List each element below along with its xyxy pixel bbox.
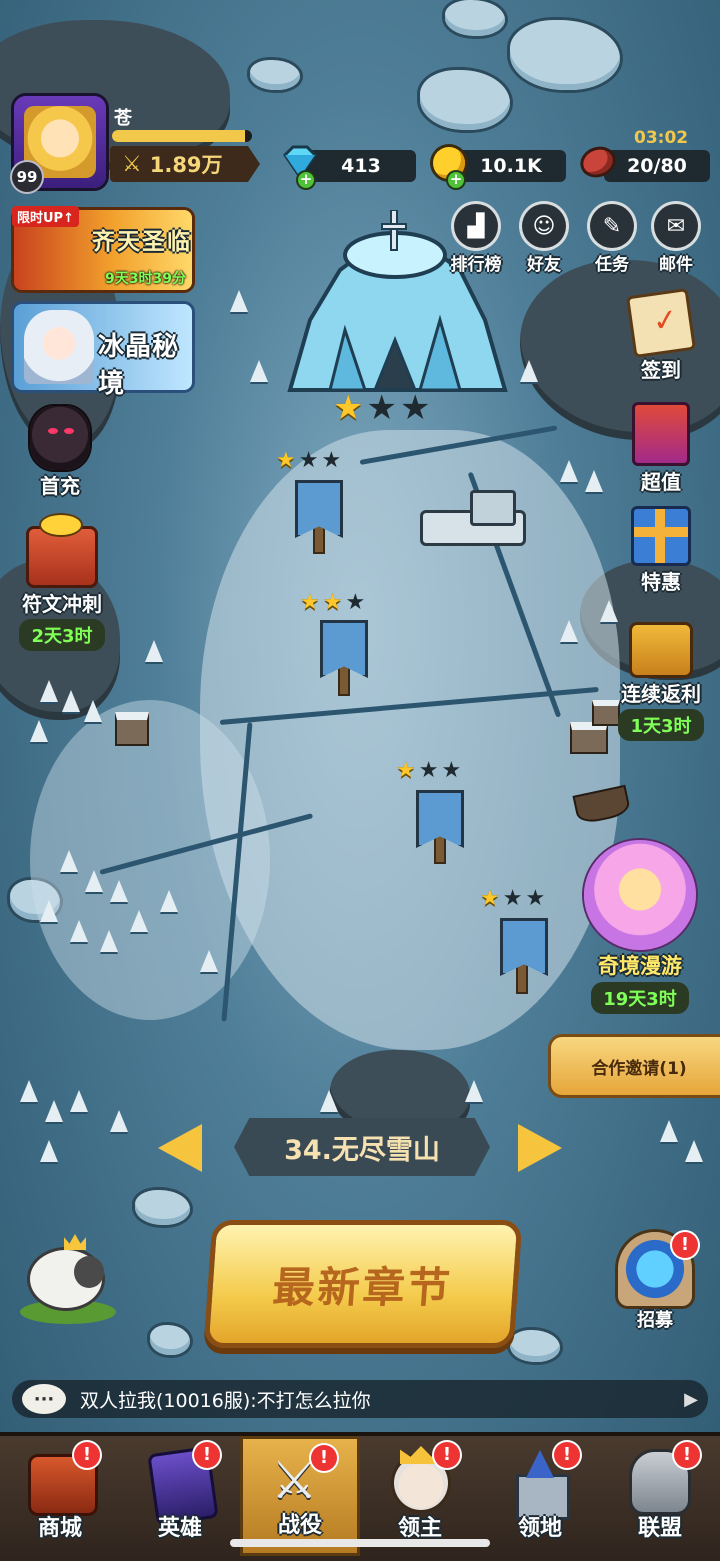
ruins bbox=[420, 490, 530, 550]
sword-icon: ⚔ bbox=[122, 151, 142, 177]
card-pack-icon bbox=[632, 402, 690, 466]
signin-button[interactable]: ✓ 签到 bbox=[624, 287, 698, 383]
stamina-display[interactable]: 20/80 bbox=[604, 150, 710, 182]
wonderland-hero-icon bbox=[584, 840, 696, 950]
star-icon: ★ bbox=[333, 388, 364, 428]
chapter-title: 34.无尽雪山 bbox=[284, 1134, 440, 1166]
power-value: 1.89万 bbox=[149, 153, 223, 177]
gold-display[interactable]: 10.1K bbox=[456, 150, 566, 182]
nav-heroes[interactable]: ! 英雄 bbox=[120, 1436, 240, 1556]
chat-message: 双人拉我(10016服):不打怎么拉你 bbox=[80, 1389, 371, 1412]
checklist-icon: ✓ bbox=[625, 287, 697, 359]
treasure-box-icon bbox=[629, 622, 693, 678]
home-indicator bbox=[230, 1539, 490, 1547]
first-charge-button[interactable]: 首充 bbox=[14, 406, 106, 499]
add-gold-icon[interactable]: + bbox=[448, 172, 464, 188]
nav-campaign[interactable]: ⚔ ! 战役 bbox=[240, 1436, 360, 1556]
chat-bar[interactable]: ··· 双人拉我(10016服):不打怎么拉你 ▶ bbox=[12, 1380, 708, 1418]
nav-territory[interactable]: ! 领地 bbox=[480, 1436, 600, 1556]
nav-alert-badge: ! bbox=[194, 1442, 220, 1468]
event-banner-ice-realm[interactable]: 冰晶秘境 bbox=[14, 304, 192, 399]
dragon-icon bbox=[30, 406, 90, 470]
nav-alert-badge: ! bbox=[74, 1442, 100, 1468]
quest-icon: ✎ bbox=[590, 204, 634, 248]
house bbox=[570, 722, 608, 754]
chapter-title-panel: 34.无尽雪山 bbox=[234, 1118, 490, 1176]
ranking-button[interactable]: ▟ 排行榜 bbox=[448, 204, 504, 275]
recruit-alert-badge: ! bbox=[672, 1232, 698, 1258]
stamina-timer: 03:02 bbox=[634, 128, 689, 148]
nav-alert-badge: ! bbox=[434, 1442, 460, 1468]
quest-button[interactable]: ✎ 任务 bbox=[584, 204, 640, 275]
player-avatar[interactable]: 99 bbox=[12, 96, 106, 192]
sheep-mascot[interactable] bbox=[20, 1230, 116, 1326]
rebate-button[interactable]: 连续返利 1天3时 bbox=[606, 622, 716, 741]
nav-lord[interactable]: ! 领主 bbox=[360, 1436, 480, 1556]
nav-alert-badge: ! bbox=[674, 1442, 700, 1468]
house bbox=[115, 712, 149, 746]
ice-maiden-portrait bbox=[24, 310, 94, 384]
treasure-chest-icon bbox=[26, 515, 98, 588]
nav-alert-badge: ! bbox=[554, 1442, 580, 1468]
wonderland-button[interactable]: 奇境漫游 19天3时 bbox=[580, 840, 700, 1014]
nav-alliance[interactable]: ! 联盟 bbox=[600, 1436, 720, 1556]
event-banner-qitian[interactable]: 限时UP↑ 齐天圣临 9天3时39分 bbox=[12, 206, 192, 290]
special-offer-button[interactable]: 特惠 bbox=[624, 506, 698, 595]
game-screen: ★ ★ ★ ★ ★ ★ ★ ★ ★ ★ ★ ★ ★ ★ ★ 99 苍 ⚔ 1.8… bbox=[0, 0, 720, 1561]
player-name: 苍 bbox=[114, 108, 132, 129]
nav-shop[interactable]: ! 商城 bbox=[0, 1436, 120, 1556]
friends-button[interactable]: ☺ 好友 bbox=[516, 204, 572, 275]
next-chapter-arrow[interactable] bbox=[518, 1124, 562, 1172]
mail-button[interactable]: ✉ 邮件 bbox=[648, 204, 704, 275]
latest-chapter-button[interactable]: 最新章节 bbox=[203, 1220, 523, 1348]
ranking-icon: ▟ bbox=[454, 204, 498, 248]
mail-icon: ✉ bbox=[654, 204, 698, 248]
chat-bubble-icon: ··· bbox=[22, 1384, 66, 1414]
chevron-right-icon: ▶ bbox=[684, 1388, 698, 1410]
recruit-button[interactable]: 招募 ! bbox=[596, 1232, 714, 1332]
gems-display[interactable]: 413 bbox=[306, 150, 416, 182]
star-icon: ★ bbox=[399, 388, 431, 428]
rune-rush-button[interactable]: 符文冲刺 2天3时 bbox=[8, 515, 116, 651]
star-icon: ★ bbox=[366, 388, 397, 428]
prev-chapter-arrow[interactable] bbox=[158, 1124, 202, 1172]
exp-bar bbox=[112, 130, 252, 142]
player-level: 99 bbox=[12, 162, 42, 192]
add-gems-icon[interactable]: + bbox=[298, 172, 314, 188]
gift-box-icon bbox=[631, 506, 691, 566]
meat-icon bbox=[578, 142, 618, 182]
value-pack-button[interactable]: 超值 bbox=[624, 402, 698, 495]
nav-alert-badge: ! bbox=[311, 1445, 337, 1471]
friends-icon: ☺ bbox=[522, 204, 566, 248]
limited-tag: 限时UP↑ bbox=[12, 206, 79, 227]
boss-stage-stars: ★ ★ ★ bbox=[333, 388, 430, 428]
coop-invite-button[interactable]: 合作邀请(1) bbox=[548, 1034, 720, 1098]
power-display: ⚔ 1.89万 bbox=[110, 146, 260, 182]
